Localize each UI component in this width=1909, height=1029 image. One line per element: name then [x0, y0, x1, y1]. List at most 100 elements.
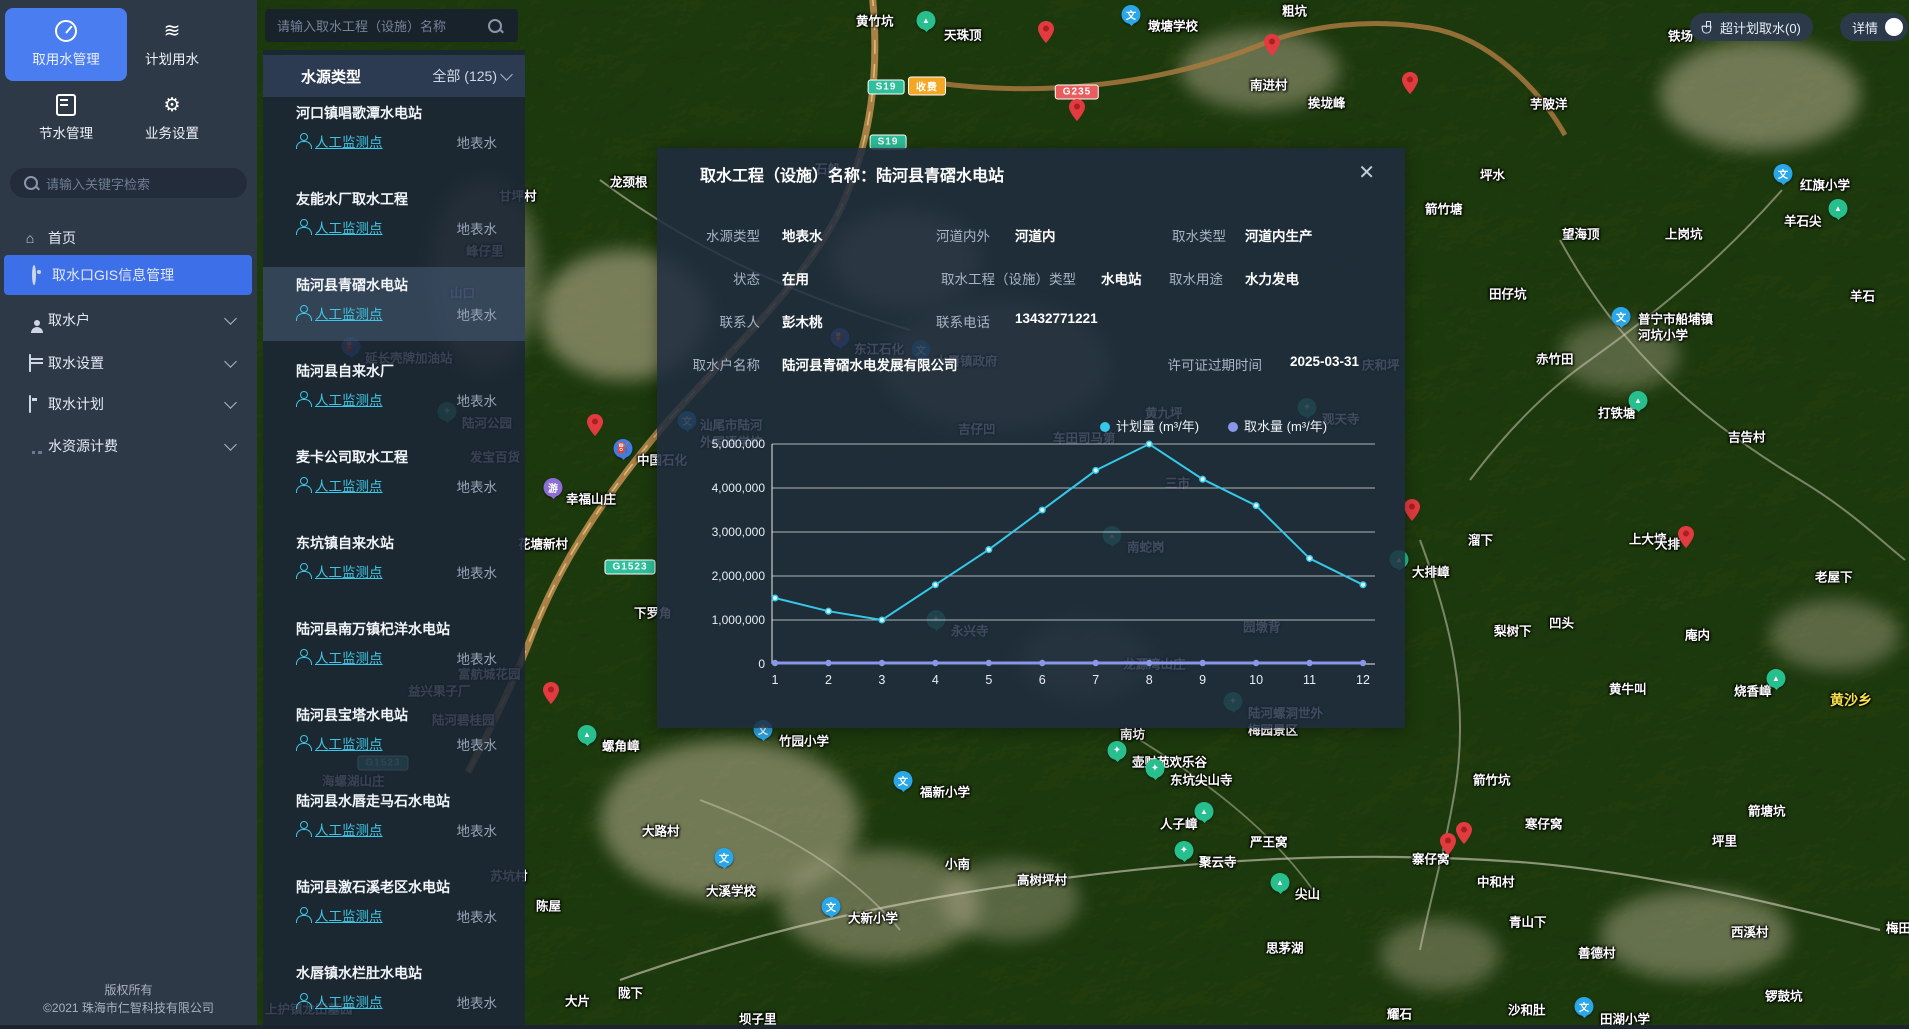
road-badge: G1523 — [604, 560, 655, 575]
resort-icon[interactable]: 游 — [544, 478, 563, 503]
sidebar-item-home[interactable]: ⌂ 首页 — [0, 218, 257, 258]
school-icon[interactable]: 文 — [1575, 997, 1594, 1022]
school-icon[interactable]: 文 — [1612, 307, 1631, 332]
svg-text:12: 12 — [1356, 673, 1370, 687]
map-label: 坪里 — [1712, 831, 1737, 850]
manual-monitor-link[interactable]: 人工监测点 — [315, 905, 383, 925]
manual-monitor-link[interactable]: 人工监测点 — [315, 733, 383, 753]
school-icon[interactable]: 文 — [1122, 5, 1141, 30]
detail-toggle[interactable]: 详情 — [1840, 13, 1908, 41]
filter-all-dropdown[interactable]: 全部 (125) — [432, 66, 497, 86]
water-source-type: 地表水 — [457, 992, 498, 1012]
sidebar-item-water-users[interactable]: 取水户 — [0, 300, 257, 340]
red-map-pin[interactable] — [587, 414, 603, 441]
quick-button-water-intake-mgmt[interactable]: 取用水管理 — [5, 8, 127, 81]
red-map-pin[interactable] — [1038, 21, 1054, 48]
field-label: 水源类型 — [550, 225, 760, 245]
keyword-search-input[interactable]: 请输入关键字检索 — [10, 168, 247, 198]
facility-name: 陆河县宝塔水电站 — [296, 705, 408, 725]
facility-search-input[interactable]: 请输入取水工程（设施）名称 — [265, 9, 518, 42]
manual-monitor-link[interactable]: 人工监测点 — [315, 389, 383, 409]
mountain-icon[interactable]: ▲ — [1629, 391, 1648, 416]
manual-monitor-link[interactable]: 人工监测点 — [315, 131, 383, 151]
sidebar-item-gis-info-mgmt[interactable]: 取水口GIS信息管理 — [4, 255, 252, 295]
map-label: 坝子里 — [739, 1009, 777, 1026]
school-icon[interactable]: 文 — [715, 848, 734, 873]
school-icon[interactable]: 文 — [1774, 164, 1793, 189]
red-map-pin[interactable] — [1678, 526, 1694, 553]
mountain-icon[interactable]: ▲ — [1829, 199, 1848, 224]
facility-name: 东坑镇自来水站 — [296, 533, 394, 553]
red-map-pin[interactable] — [1069, 99, 1085, 126]
svg-text:1: 1 — [772, 673, 779, 687]
list-item[interactable]: 麦卡公司取水工程 人工监测点 地表水 — [263, 439, 525, 513]
close-icon[interactable]: ✕ — [1358, 160, 1375, 185]
mountain-icon[interactable]: ▲ — [578, 725, 597, 750]
manual-monitor-link[interactable]: 人工监测点 — [315, 217, 383, 237]
map-label: 黄牛叫 — [1609, 679, 1647, 698]
quick-button-business-settings[interactable]: ⚙ 业务设置 — [111, 82, 233, 155]
red-map-pin[interactable] — [543, 682, 559, 709]
red-map-pin[interactable] — [1404, 499, 1420, 526]
list-item[interactable]: 陆河县水唇走马石水电站 人工监测点 地表水 — [263, 783, 525, 857]
temple-icon[interactable]: ✦ — [1175, 841, 1194, 866]
list-item[interactable]: 河口镇唱歌潭水电站 人工监测点 地表水 — [263, 95, 525, 169]
gas-station-icon[interactable]: ⛽ — [614, 439, 633, 464]
mountain-icon[interactable]: ▲ — [1767, 669, 1786, 694]
mountain-icon[interactable]: ▲ — [1195, 802, 1214, 827]
mountain-icon[interactable]: ▲ — [917, 11, 936, 36]
over-plan-intake-button[interactable]: 超计划取水(0) — [1690, 13, 1813, 41]
svg-text:2: 2 — [825, 673, 832, 687]
map-label: 人子嶂 — [1160, 814, 1198, 833]
temple-icon[interactable]: ✦ — [1108, 741, 1127, 766]
toggle-knob-icon[interactable] — [1885, 18, 1903, 36]
map-label: 大路村 — [642, 821, 680, 840]
sidebar-item-water-billing[interactable]: 水资源计费 — [0, 426, 257, 466]
waves-icon: ≋ — [164, 21, 181, 41]
sidebar-item-intake-plan[interactable]: 取水计划 — [0, 384, 257, 424]
list-item[interactable]: 陆河县自来水厂 人工监测点 地表水 — [263, 353, 525, 427]
school-icon[interactable]: 文 — [894, 771, 913, 796]
list-item[interactable]: 陆河县青磖水电站 人工监测点 地表水 — [263, 267, 525, 341]
person-icon — [296, 907, 310, 921]
manual-monitor-link[interactable]: 人工监测点 — [315, 303, 383, 323]
list-item[interactable]: 陆河县南万镇杞洋水电站 人工监测点 地表水 — [263, 611, 525, 685]
sidebar-item-intake-settings[interactable]: 取水设置 — [0, 343, 257, 383]
person-icon — [296, 649, 310, 663]
chevron-down-icon[interactable] — [500, 68, 513, 81]
map-label: 田仔坑 — [1489, 284, 1527, 303]
person-icon — [296, 219, 310, 233]
map-pin-icon — [26, 267, 42, 283]
quick-button-water-saving[interactable]: 节水管理 — [5, 82, 127, 155]
quick-button-planned-water[interactable]: ≋ 计划用水 — [111, 8, 233, 81]
list-item[interactable]: 陆河县宝塔水电站 人工监测点 地表水 — [263, 697, 525, 771]
temple-icon[interactable]: ✦ — [1146, 759, 1165, 784]
red-map-pin[interactable] — [1402, 72, 1418, 99]
database-icon — [22, 355, 38, 371]
map-label: 龙颈根 — [610, 172, 648, 191]
list-header: 水源类型 全部 (125) — [263, 55, 525, 97]
manual-monitor-link[interactable]: 人工监测点 — [315, 475, 383, 495]
field-value: 水力发电 — [1245, 268, 1299, 288]
manual-monitor-link[interactable]: 人工监测点 — [315, 819, 383, 839]
red-map-pin[interactable] — [1440, 833, 1456, 860]
list-item[interactable]: 友能水厂取水工程 人工监测点 地表水 — [263, 181, 525, 255]
water-source-type: 地表水 — [457, 648, 498, 668]
road-badge: G235 — [1055, 85, 1099, 100]
manual-monitor-link[interactable]: 人工监测点 — [315, 647, 383, 667]
chevron-down-icon — [224, 355, 237, 368]
school-icon[interactable]: 文 — [822, 897, 841, 922]
map-label: 大新小学 — [848, 908, 898, 927]
list-item[interactable]: 陆河县激石溪老区水电站 人工监测点 地表水 — [263, 869, 525, 943]
search-icon[interactable] — [488, 19, 502, 33]
manual-monitor-link[interactable]: 人工监测点 — [315, 991, 383, 1011]
red-map-pin[interactable] — [1456, 822, 1472, 849]
gear-icon: ⚙ — [163, 96, 180, 115]
manual-monitor-link[interactable]: 人工监测点 — [315, 561, 383, 581]
red-map-pin[interactable] — [1264, 34, 1280, 61]
map-label: 坪水 — [1480, 165, 1505, 184]
list-item[interactable]: 东坑镇自来水站 人工监测点 地表水 — [263, 525, 525, 599]
list-item[interactable]: 水唇镇水栏肚水电站 人工监测点 地表水 — [263, 955, 525, 1029]
map-label: 花塘新村 — [518, 534, 568, 553]
mountain-icon[interactable]: ▲ — [1271, 873, 1290, 898]
